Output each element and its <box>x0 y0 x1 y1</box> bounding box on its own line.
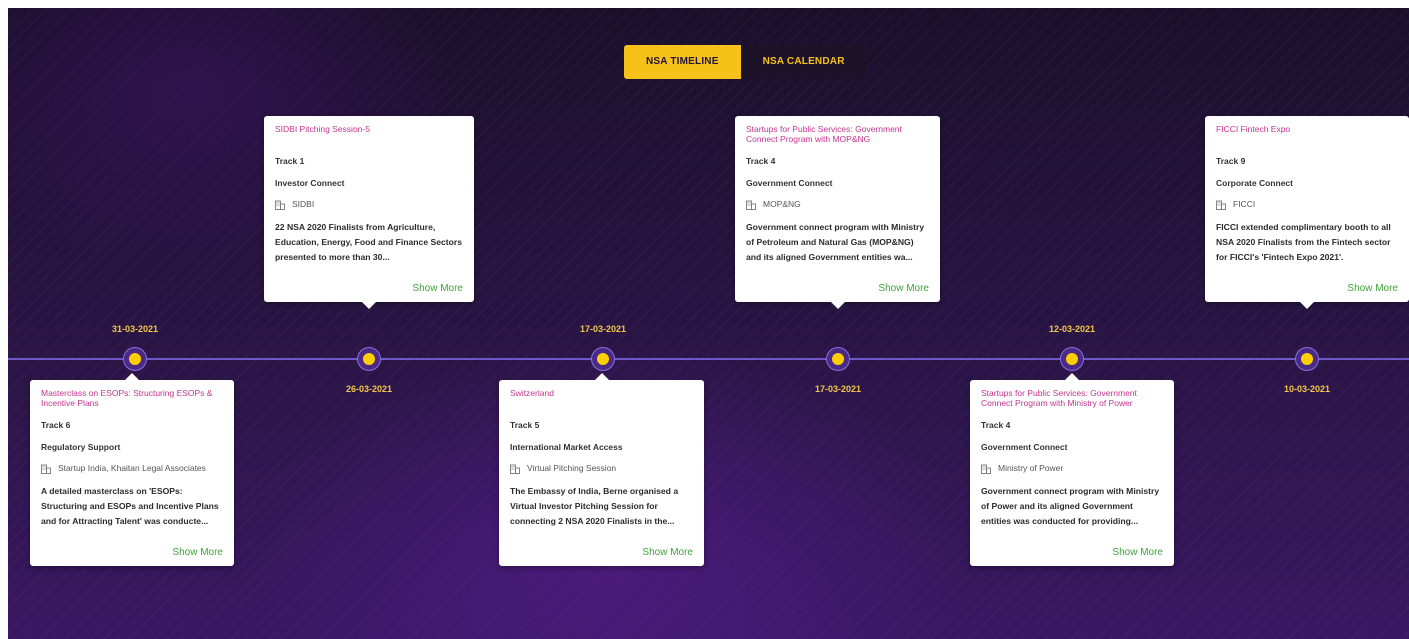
event-date: 26-03-2021 <box>345 384 393 394</box>
show-more-link[interactable]: Show More <box>41 547 223 558</box>
building-icon <box>41 464 51 474</box>
event-date: 17-03-2021 <box>579 324 627 334</box>
event-organization-label: FICCI <box>1233 199 1256 209</box>
show-more-link[interactable]: Show More <box>746 283 929 294</box>
show-more-link[interactable]: Show More <box>1216 283 1398 294</box>
building-icon <box>275 200 285 210</box>
event-track: Track 5 <box>510 420 540 430</box>
event-description: Government connect program with Ministry… <box>746 222 925 262</box>
event-date: 10-03-2021 <box>1283 384 1331 394</box>
event-category: Corporate Connect <box>1216 178 1293 188</box>
event-card: Startups for Public Services: Government… <box>735 116 940 309</box>
event-organization: Virtual Pitching Session <box>510 463 693 474</box>
event-title[interactable]: Masterclass on ESOPs: Structuring ESOPs … <box>41 388 223 417</box>
event-organization: MOP&NG <box>746 199 929 210</box>
card-pointer <box>1300 302 1314 309</box>
tab-nsa-calendar[interactable]: NSA CALENDAR <box>740 45 867 79</box>
building-icon <box>746 200 756 210</box>
timeline-axis <box>8 358 1409 360</box>
event-organization: SIDBI <box>275 199 463 210</box>
event-description: 22 NSA 2020 Finalists from Agriculture, … <box>275 222 463 262</box>
card-pointer <box>362 302 376 309</box>
timeline-marker[interactable] <box>827 348 849 370</box>
event-card: Switzerland Track 5 International Market… <box>499 373 704 566</box>
building-icon <box>1216 200 1226 210</box>
card-pointer <box>594 373 609 380</box>
event-organization-label: SIDBI <box>292 199 315 209</box>
event-card: SIDBI Pitching Session-5 Track 1 Investo… <box>264 116 474 309</box>
card-pointer <box>830 302 845 309</box>
event-organization-label: Startup India, Khaitan Legal Associates <box>58 463 206 473</box>
timeline-marker[interactable] <box>124 348 146 370</box>
event-card: Masterclass on ESOPs: Structuring ESOPs … <box>30 373 234 566</box>
event-category: International Market Access <box>510 442 623 452</box>
timeline-marker[interactable] <box>1296 348 1318 370</box>
event-description: FICCI extended complimentary booth to al… <box>1216 222 1391 262</box>
event-organization: FICCI <box>1216 199 1398 210</box>
event-category: Government Connect <box>981 442 1068 452</box>
event-organization-label: Virtual Pitching Session <box>527 463 617 473</box>
event-category: Regulatory Support <box>41 442 121 452</box>
timeline-marker[interactable] <box>1061 348 1083 370</box>
event-organization-label: MOP&NG <box>763 199 801 209</box>
show-more-link[interactable]: Show More <box>510 547 693 558</box>
event-description: Government connect program with Ministry… <box>981 486 1160 526</box>
view-toggle: NSA TIMELINE NSA CALENDAR <box>624 45 867 79</box>
event-title[interactable]: Switzerland <box>510 388 693 417</box>
event-track: Track 4 <box>981 420 1011 430</box>
event-description: A detailed masterclass on 'ESOPs: Struct… <box>41 486 219 526</box>
event-category: Government Connect <box>746 178 833 188</box>
card-pointer <box>125 373 139 380</box>
show-more-link[interactable]: Show More <box>981 547 1163 558</box>
timeline-stage: NSA TIMELINE NSA CALENDAR 31-03-2021 26-… <box>8 8 1409 639</box>
event-track: Track 9 <box>1216 156 1246 166</box>
tab-nsa-timeline[interactable]: NSA TIMELINE <box>624 45 741 79</box>
event-title[interactable]: Startups for Public Services: Government… <box>981 388 1163 417</box>
timeline-marker[interactable] <box>358 348 380 370</box>
event-card: FICCI Fintech Expo Track 9 Corporate Con… <box>1205 116 1409 309</box>
card-pointer <box>1065 373 1079 380</box>
show-more-link[interactable]: Show More <box>275 283 463 294</box>
event-track: Track 6 <box>41 420 71 430</box>
event-organization: Startup India, Khaitan Legal Associates <box>41 463 223 474</box>
event-organization-label: Ministry of Power <box>998 463 1064 473</box>
event-title[interactable]: SIDBI Pitching Session-5 <box>275 124 463 153</box>
event-date: 17-03-2021 <box>814 384 862 394</box>
event-category: Investor Connect <box>275 178 345 188</box>
timeline-marker[interactable] <box>592 348 614 370</box>
event-title[interactable]: Startups for Public Services: Government… <box>746 124 929 153</box>
building-icon <box>981 464 991 474</box>
event-card: Startups for Public Services: Government… <box>970 373 1174 566</box>
event-organization: Ministry of Power <box>981 463 1163 474</box>
event-title[interactable]: FICCI Fintech Expo <box>1216 124 1398 153</box>
event-description: The Embassy of India, Berne organised a … <box>510 486 679 526</box>
event-date: 31-03-2021 <box>111 324 159 334</box>
event-date: 12-03-2021 <box>1048 324 1096 334</box>
event-track: Track 4 <box>746 156 776 166</box>
event-track: Track 1 <box>275 156 305 166</box>
building-icon <box>510 464 520 474</box>
